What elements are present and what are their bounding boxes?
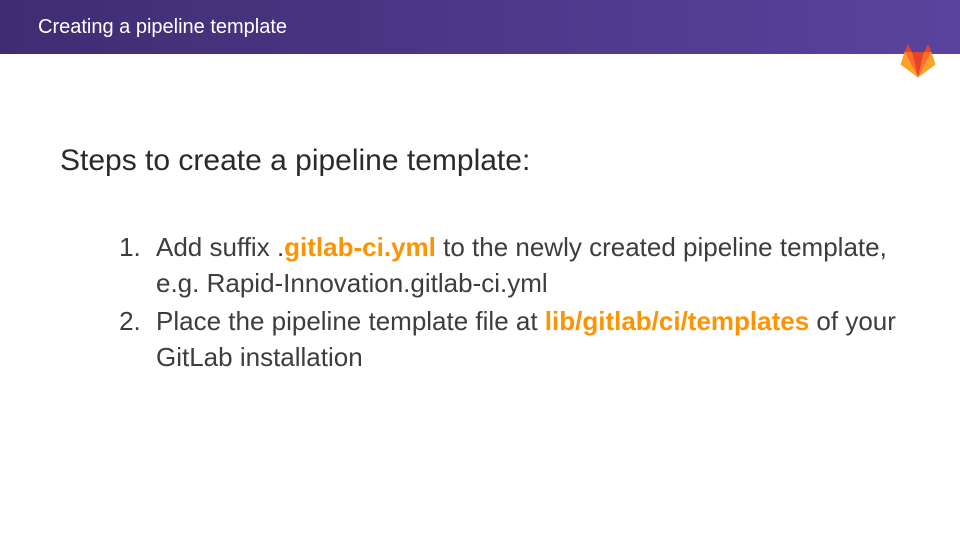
slide-header: Creating a pipeline template	[0, 0, 960, 54]
step-text-pre: Place the pipeline template file at	[156, 306, 545, 336]
step-highlight: gitlab-ci.yml	[284, 232, 436, 262]
step-highlight: lib/gitlab/ci/templates	[545, 306, 809, 336]
slide-title: Creating a pipeline template	[38, 16, 287, 39]
step-text-pre: Add suffix	[156, 232, 277, 262]
list-item: Add suffix .gitlab-ci.yml to the newly c…	[148, 230, 900, 302]
content-heading: Steps to create a pipeline template:	[60, 144, 900, 178]
list-item: Place the pipeline template file at lib/…	[148, 304, 900, 376]
slide-content: Steps to create a pipeline template: Add…	[0, 54, 960, 376]
steps-list: Add suffix .gitlab-ci.yml to the newly c…	[60, 230, 900, 376]
gitlab-logo-icon	[900, 44, 936, 78]
